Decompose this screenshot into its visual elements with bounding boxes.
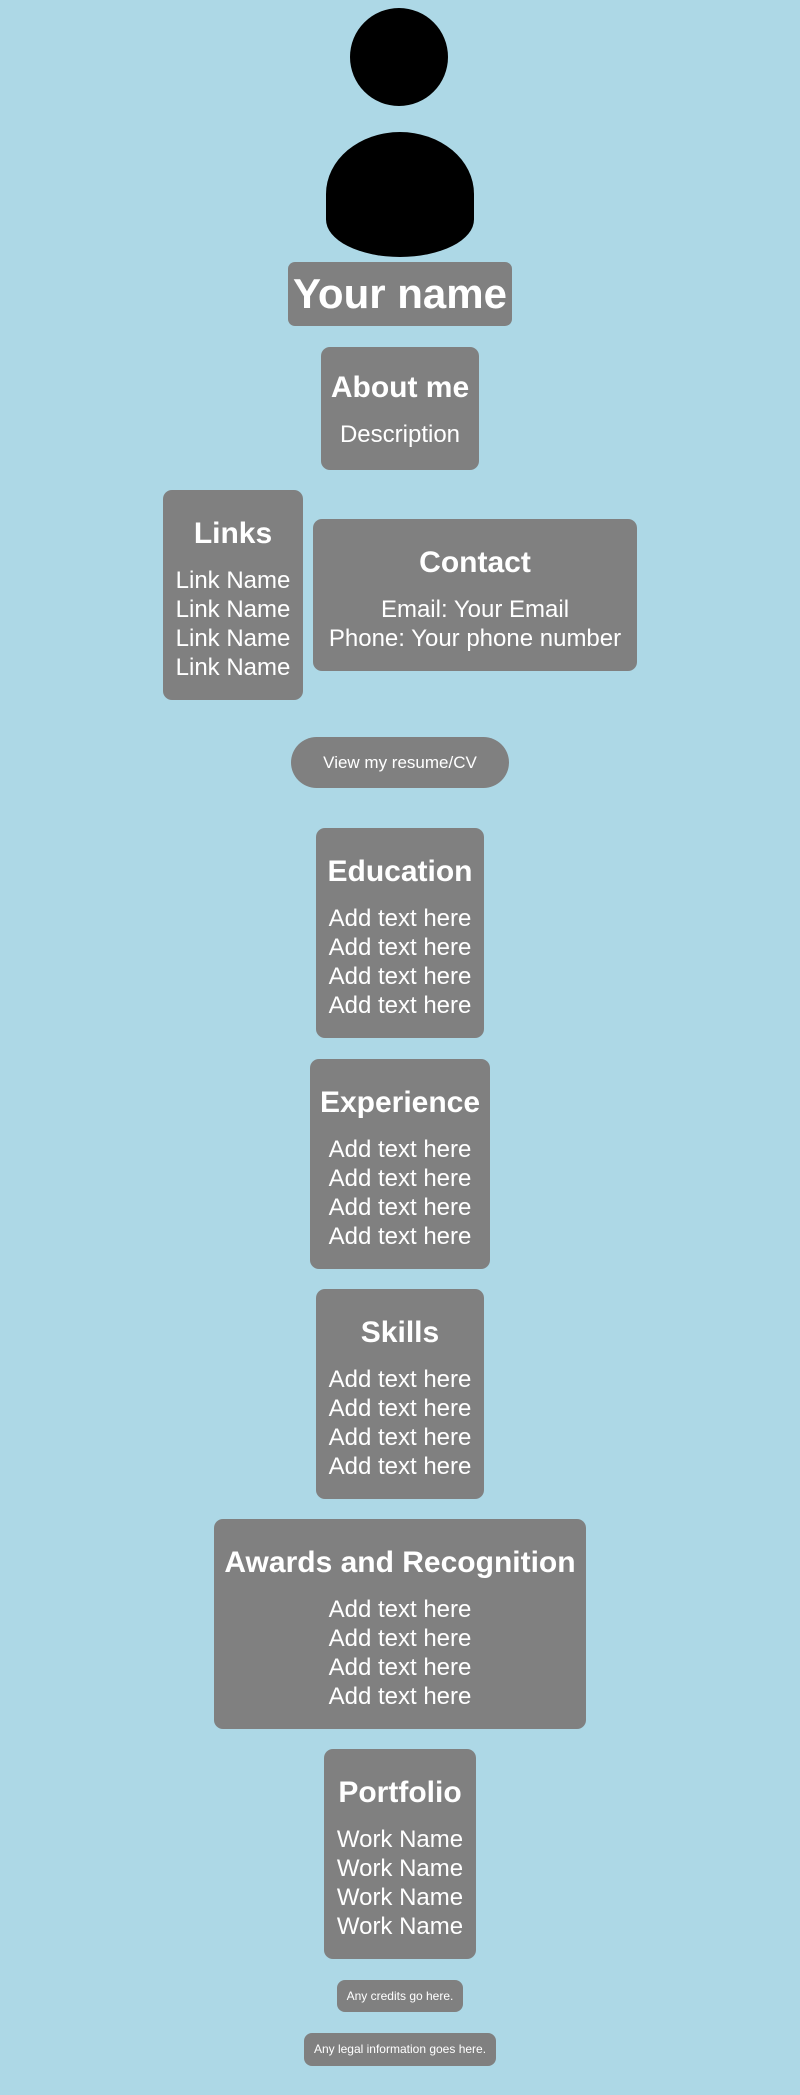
contact-email: Email: Your Email (380, 596, 570, 623)
awards-item: Add text here (328, 1683, 472, 1710)
skills-item: Add text here (328, 1395, 472, 1422)
experience-item: Add text here (328, 1223, 472, 1250)
awards-card: Awards and Recognition Add text here Add… (214, 1519, 586, 1729)
experience-card: Experience Add text here Add text here A… (310, 1059, 490, 1269)
about-card: About me Description (321, 347, 479, 470)
links-card: Links Link Name Link Name Link Name Link… (163, 490, 303, 700)
experience-item: Add text here (328, 1165, 472, 1192)
awards-title: Awards and Recognition (224, 1546, 576, 1579)
skills-title: Skills (360, 1316, 440, 1349)
skills-card: Skills Add text here Add text here Add t… (316, 1289, 484, 1499)
portfolio-title: Portfolio (338, 1776, 462, 1809)
education-item: Add text here (328, 963, 472, 990)
link-item[interactable]: Link Name (163, 653, 303, 682)
education-title: Education (327, 855, 473, 888)
education-item: Add text here (328, 934, 472, 961)
link-item[interactable]: Link Name (163, 624, 303, 653)
credits-footer: Any credits go here. (337, 1980, 463, 2012)
contact-card: Contact Email: Your Email Phone: Your ph… (313, 519, 637, 671)
legal-footer: Any legal information goes here. (304, 2033, 496, 2066)
portfolio-item[interactable]: Work Name (324, 1854, 476, 1883)
portfolio-item[interactable]: Work Name (324, 1912, 476, 1941)
skills-item: Add text here (328, 1424, 472, 1451)
name-card: Your name (288, 262, 512, 326)
awards-item: Add text here (328, 1654, 472, 1681)
education-item: Add text here (328, 992, 472, 1019)
contact-phone: Phone: Your phone number (328, 625, 622, 652)
page-title: Your name (293, 270, 507, 317)
links-title: Links (193, 517, 273, 550)
awards-item: Add text here (328, 1596, 472, 1623)
awards-item: Add text here (328, 1625, 472, 1652)
portfolio-item[interactable]: Work Name (324, 1825, 476, 1854)
education-item: Add text here (328, 905, 472, 932)
portfolio-card: Portfolio Work Name Work Name Work Name … (324, 1749, 476, 1959)
portfolio-item[interactable]: Work Name (324, 1883, 476, 1912)
experience-item: Add text here (328, 1136, 472, 1163)
experience-item: Add text here (328, 1194, 472, 1221)
skills-item: Add text here (328, 1366, 472, 1393)
avatar-head-icon (350, 8, 448, 106)
link-item[interactable]: Link Name (163, 595, 303, 624)
education-card: Education Add text here Add text here Ad… (316, 828, 484, 1038)
about-title: About me (330, 371, 470, 404)
skills-item: Add text here (328, 1453, 472, 1480)
contact-title: Contact (419, 546, 531, 579)
experience-title: Experience (319, 1086, 481, 1119)
about-description: Description (339, 421, 461, 448)
avatar-body-icon (326, 132, 474, 257)
link-item[interactable]: Link Name (163, 566, 303, 595)
view-resume-button[interactable]: View my resume/CV (291, 737, 509, 788)
